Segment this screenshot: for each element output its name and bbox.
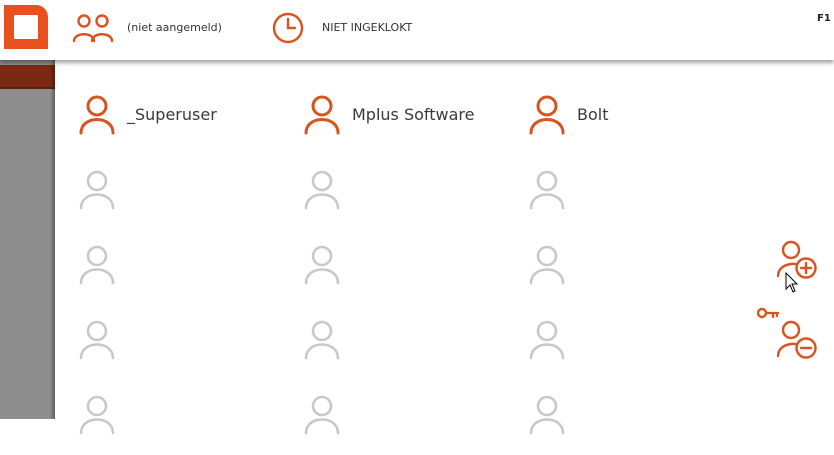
user-tile[interactable] bbox=[79, 245, 294, 305]
user-tile[interactable] bbox=[79, 170, 294, 230]
user-tile[interactable] bbox=[529, 170, 744, 230]
user-icon bbox=[79, 170, 115, 210]
user-icon bbox=[529, 245, 565, 285]
top-bar: (niet aangemeld) NIET INGEKLOKT F1 bbox=[0, 0, 834, 60]
user-tile[interactable] bbox=[529, 395, 744, 455]
user-icon bbox=[529, 320, 565, 360]
user-tile[interactable] bbox=[79, 320, 294, 380]
help-key-label[interactable]: F1 bbox=[817, 13, 831, 24]
user-tile[interactable] bbox=[304, 245, 519, 305]
user-icon bbox=[304, 170, 340, 210]
user-name: _Superuser bbox=[127, 105, 217, 124]
user-icon bbox=[79, 95, 115, 135]
user-icon bbox=[529, 395, 565, 435]
sidebar-divider bbox=[0, 87, 55, 89]
user-icon bbox=[304, 95, 340, 135]
user-grid: _Superuser Mplus Software Bolt bbox=[55, 60, 834, 435]
user-tile[interactable]: _Superuser bbox=[79, 95, 294, 155]
user-tile[interactable]: Mplus Software bbox=[304, 95, 519, 155]
login-status-text[interactable]: (niet aangemeld) bbox=[127, 21, 222, 34]
user-icon bbox=[529, 95, 565, 135]
user-icon bbox=[529, 170, 565, 210]
user-icon bbox=[79, 320, 115, 360]
user-icon bbox=[79, 245, 115, 285]
sidebar-accent-strip bbox=[0, 65, 55, 87]
left-side-panel bbox=[0, 60, 55, 419]
user-tile[interactable] bbox=[529, 320, 744, 380]
user-tile[interactable] bbox=[304, 170, 519, 230]
remove-user-icon[interactable] bbox=[776, 320, 820, 360]
clock-icon[interactable] bbox=[272, 12, 304, 44]
user-name: Mplus Software bbox=[352, 105, 475, 124]
user-tile[interactable] bbox=[79, 395, 294, 455]
user-name: Bolt bbox=[577, 105, 609, 124]
user-tile[interactable] bbox=[304, 395, 519, 455]
user-icon bbox=[304, 245, 340, 285]
user-icon bbox=[79, 395, 115, 435]
user-tile[interactable] bbox=[304, 320, 519, 380]
user-tile[interactable]: Bolt bbox=[529, 95, 744, 155]
key-icon[interactable] bbox=[757, 307, 779, 319]
users-icon[interactable] bbox=[72, 13, 114, 43]
user-tile[interactable] bbox=[529, 245, 744, 305]
mouse-pointer-icon bbox=[785, 272, 799, 293]
clock-status-text[interactable]: NIET INGEKLOKT bbox=[322, 21, 412, 34]
app-logo-icon[interactable] bbox=[4, 5, 48, 49]
user-icon bbox=[304, 395, 340, 435]
user-icon bbox=[304, 320, 340, 360]
